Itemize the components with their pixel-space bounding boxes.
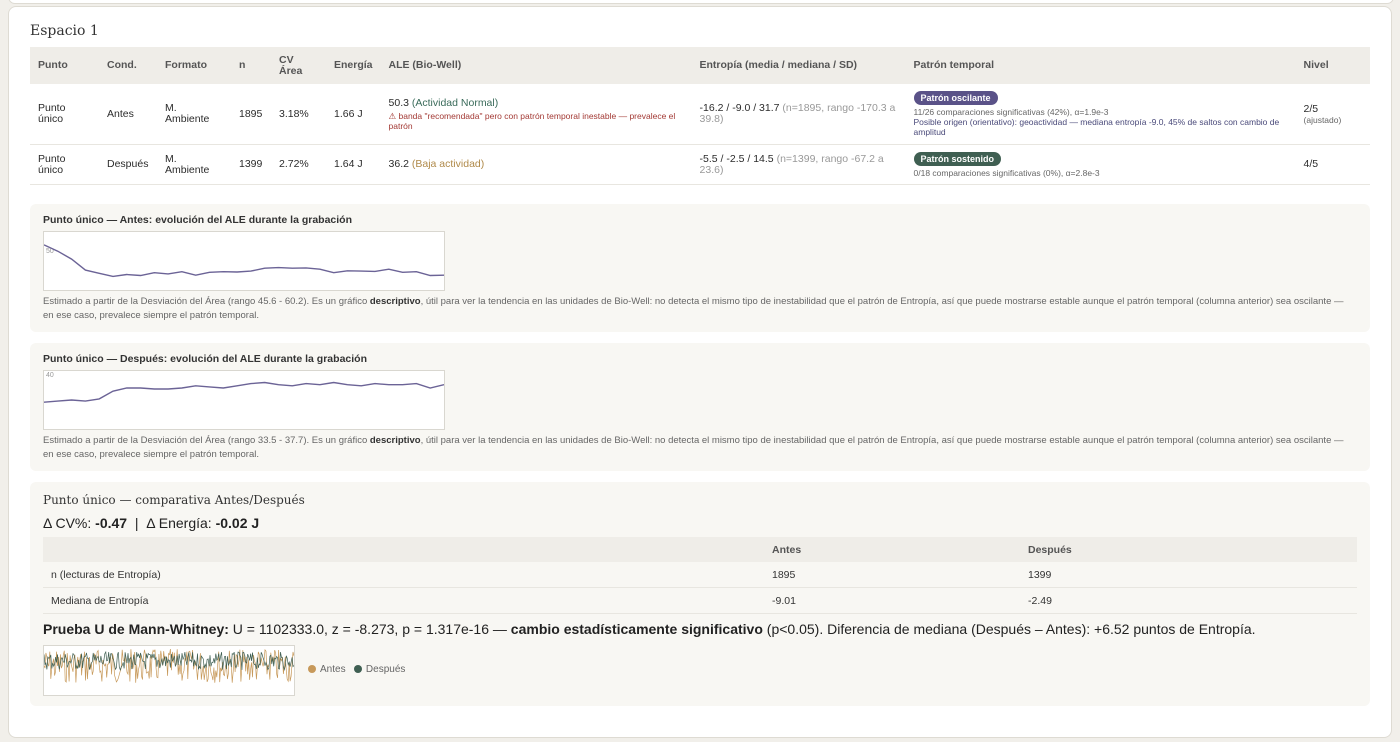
cell-energia: 1.66 J xyxy=(326,84,381,145)
chart-legend: Antes Después xyxy=(308,664,405,675)
col-ale: ALE (Bio-Well) xyxy=(380,47,692,84)
col-patron: Patrón temporal xyxy=(905,47,1296,84)
ale-series-line xyxy=(43,244,445,278)
section-title: Espacio 1 xyxy=(30,23,99,39)
ale-label: (Baja actividad) xyxy=(411,158,485,170)
col-nivel: Nivel xyxy=(1295,47,1370,84)
legend-antes-swatch xyxy=(308,665,316,673)
col-cv: CV Área xyxy=(271,47,326,84)
cell-entropia: -5.5 / -2.5 / 14.5 (n=1399, rango -67.2 … xyxy=(691,144,906,185)
cell-nivel: 2/5 (ajustado) xyxy=(1295,84,1370,145)
cell-patron: Patrón oscilante 11/26 comparaciones sig… xyxy=(905,84,1296,145)
ale-value: 36.2 xyxy=(388,158,409,170)
pattern-badge: Patrón oscilante xyxy=(913,91,998,105)
space-card: Espacio 1 Punto Cond. Formato n CV Área … xyxy=(8,6,1392,738)
table-row: Punto único Después M. Ambiente 1399 2.7… xyxy=(30,144,1370,185)
col-energia: Energía xyxy=(326,47,381,84)
cell-punto: Punto único xyxy=(30,84,99,145)
nivel-value: 2/5 xyxy=(1303,102,1319,115)
comparison-table: Antes Después n (lecturas de Entropía) 1… xyxy=(43,537,1357,614)
panel-note: Estimado a partir de la Desviación del Á… xyxy=(43,435,1344,460)
table-header-row: Punto Cond. Formato n CV Área Energía AL… xyxy=(30,47,1370,84)
col-n: n xyxy=(231,47,271,84)
cell-cv: 2.72% xyxy=(271,144,326,185)
cell-formato: M. Ambiente xyxy=(157,84,231,145)
cell-punto: Punto único xyxy=(30,144,99,185)
panel-note: Estimado a partir de la Desviación del Á… xyxy=(43,296,1344,321)
comparison-panel: Punto único — comparativa Antes/Después … xyxy=(30,482,1370,706)
cell-cond: Después xyxy=(99,144,157,185)
cell-n: 1399 xyxy=(231,144,271,185)
nivel-note: (ajustado) xyxy=(1303,114,1342,125)
results-table: Punto Cond. Formato n CV Área Energía AL… xyxy=(30,47,1370,185)
ale-value: 50.3 xyxy=(388,96,409,109)
table-row: n (lecturas de Entropía) 1895 1399 xyxy=(43,562,1357,588)
ale-chart-despues: 40 xyxy=(43,372,445,403)
panel-title: Punto único — Después: evolución del ALE… xyxy=(43,353,367,365)
cell-ale: 36.2 (Baja actividad) xyxy=(380,144,692,185)
legend-despues-swatch xyxy=(353,665,362,673)
ale-panel-antes: Punto único — Antes: evolución del ALE d… xyxy=(30,204,1370,332)
col-punto: Punto xyxy=(30,47,99,84)
ale-panel-despues: Punto único — Después: evolución del ALE… xyxy=(30,343,1370,471)
ale-chart-antes: 50 xyxy=(43,244,445,278)
ale-sparkline-despues: 40 xyxy=(43,370,445,430)
comparison-title: Punto único — comparativa Antes/Después xyxy=(43,493,305,507)
delta-energy-value: -0.02 J xyxy=(215,515,260,531)
col-formato: Formato xyxy=(157,47,231,84)
pattern-badge: Patrón sostenido xyxy=(913,151,1002,166)
axis-label: 40 xyxy=(46,372,54,379)
cell-ale: 50.3 (Actividad Normal) ⚠ banda "recomen… xyxy=(380,84,692,145)
table-row: Punto único Antes M. Ambiente 1895 3.18%… xyxy=(30,84,1370,145)
cell-n: 1895 xyxy=(231,84,271,145)
cell-entropia: -16.2 / -9.0 / 31.7 (n=1895, rango -170.… xyxy=(691,84,906,145)
cell-cond: Antes xyxy=(99,84,157,145)
col-cond: Cond. xyxy=(99,47,157,84)
table-row: Mediana de Entropía -9.01 -2.49 xyxy=(43,587,1357,614)
delta-cv-value: -0.47 xyxy=(95,515,128,531)
cell-nivel: 4/5 xyxy=(1295,144,1370,185)
mann-whitney-result: Prueba U de Mann-Whitney: U = 1102333.0,… xyxy=(43,621,1256,637)
cell-cv: 3.18% xyxy=(271,84,326,145)
ale-label: (Actividad Normal) xyxy=(411,96,499,109)
col-entropia: Entropía (media / mediana / SD) xyxy=(691,47,906,84)
previous-card-edge xyxy=(8,0,1394,4)
cell-patron: Patrón sostenido 0/18 comparaciones sign… xyxy=(905,144,1296,185)
ale-warning: ⚠ banda "recomendada" pero con patrón te… xyxy=(388,110,676,131)
cell-formato: M. Ambiente xyxy=(157,144,231,185)
entropy-comparison-chart xyxy=(43,645,295,696)
pattern-detail: 0/18 comparaciones significativas (0%), … xyxy=(913,167,1100,178)
comparison-header: Antes Después xyxy=(43,537,1357,562)
panel-title: Punto único — Antes: evolución del ALE d… xyxy=(43,214,353,226)
delta-summary: Δ CV%: -0.47 | Δ Energía: -0.02 J xyxy=(43,515,260,531)
ale-sparkline-antes: 50 xyxy=(43,231,445,291)
pattern-origin: Posible origen (orientativo): geoactivid… xyxy=(913,117,1280,137)
pattern-detail: 11/26 comparaciones significativas (42%)… xyxy=(913,107,1109,117)
cell-energia: 1.64 J xyxy=(326,144,381,185)
ale-series-line xyxy=(43,381,445,403)
